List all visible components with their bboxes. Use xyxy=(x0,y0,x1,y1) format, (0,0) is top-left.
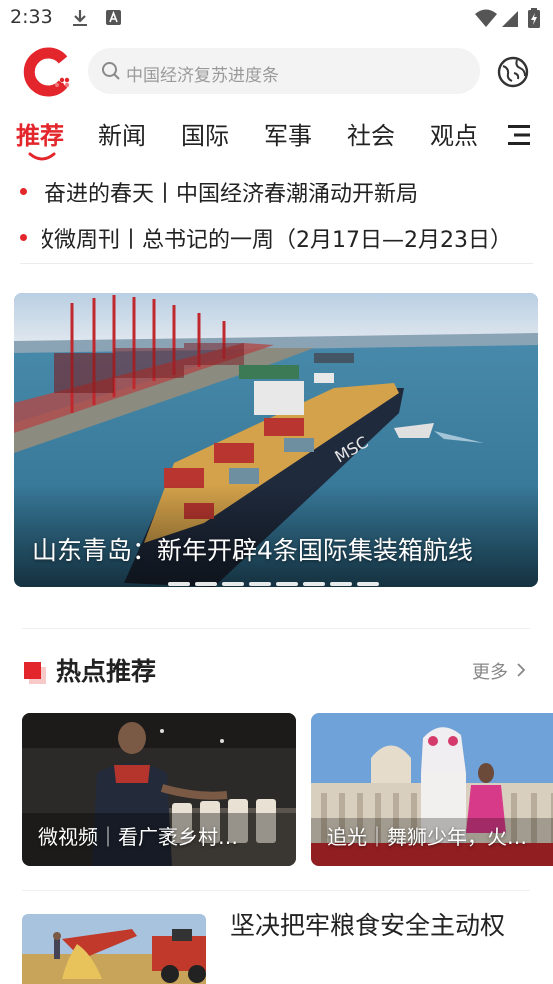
harvest-image xyxy=(22,914,206,984)
carousel-dot[interactable] xyxy=(303,582,325,586)
tab-society[interactable]: 社会 xyxy=(347,116,395,151)
cctv-news-logo[interactable] xyxy=(22,46,74,98)
status-time: 2:33 xyxy=(10,6,53,28)
wifi-icon xyxy=(475,9,497,27)
tab-opinion[interactable]: 观点 xyxy=(430,116,478,151)
section-title: 热点推荐 xyxy=(56,657,157,686)
bullet-dot xyxy=(20,234,27,241)
chevron-right-icon[interactable] xyxy=(515,662,527,678)
carousel-dot[interactable] xyxy=(330,582,352,586)
headline-text: 政微周刊丨总书记的一周（2月17日—2月23日） xyxy=(42,228,512,253)
hot-section-header: 热点推荐 更多 xyxy=(0,648,553,694)
channel-tabs: 推荐 新闻 国际 军事 社会 观点 xyxy=(0,110,553,164)
headline-text: 奋进的春天丨中国经济春潮涌动开新局 xyxy=(44,182,419,207)
carousel-dot[interactable] xyxy=(276,582,298,586)
carousel-dot[interactable] xyxy=(357,582,379,586)
tab-military[interactable]: 军事 xyxy=(264,116,312,151)
battery-charging-icon xyxy=(528,8,540,28)
search-icon xyxy=(102,62,120,80)
hot-card[interactable]: 微视频｜看广袤乡村… xyxy=(22,713,296,866)
headline-item[interactable]: 奋进的春天丨中国经济春潮涌动开新局 xyxy=(20,172,553,212)
news-title[interactable]: 坚决把牢粮食安全主动权 xyxy=(230,910,530,942)
carousel-dot[interactable] xyxy=(249,582,271,586)
search-input[interactable]: 中国经济复苏进度条 xyxy=(88,48,480,94)
card-caption: 微视频｜看广袤乡村… xyxy=(38,825,238,849)
banner-carousel[interactable]: MSC 山东青岛：新年开辟4条国际集装箱航线 xyxy=(14,293,538,587)
bullet-dot xyxy=(20,188,27,195)
carousel-dots xyxy=(168,571,384,586)
news-thumbnail[interactable] xyxy=(22,914,206,984)
globe-icon[interactable] xyxy=(495,54,531,90)
tab-international[interactable]: 国际 xyxy=(181,116,229,151)
more-link[interactable]: 更多 xyxy=(472,658,508,684)
hot-card[interactable]: 追光｜舞狮少年，火… xyxy=(311,713,553,866)
tab-recommend[interactable]: 推荐 xyxy=(16,116,64,151)
carousel-dot[interactable] xyxy=(222,582,244,586)
divider xyxy=(20,263,533,264)
app-screen: 2:33 中国经济复苏进度条 推荐 新闻 国际 军事 社会 观点 奋进的春天丨中… xyxy=(0,0,553,984)
carousel-dot[interactable] xyxy=(195,582,217,586)
carousel-dot[interactable] xyxy=(168,582,190,586)
signal-icon xyxy=(502,11,518,27)
font-a-icon xyxy=(106,10,121,25)
card-caption: 追光｜舞狮少年，火… xyxy=(327,825,527,849)
search-placeholder: 中国经济复苏进度条 xyxy=(126,66,279,86)
menu-icon[interactable] xyxy=(506,122,534,148)
download-icon xyxy=(73,10,87,26)
active-tab-indicator xyxy=(28,152,56,161)
divider xyxy=(22,628,530,629)
divider xyxy=(22,890,530,891)
banner-title: 山东青岛：新年开辟4条国际集装箱航线 xyxy=(32,536,473,565)
app-header: 中国经济复苏进度条 xyxy=(0,42,553,102)
status-bar: 2:33 xyxy=(0,0,553,36)
headline-item[interactable]: 政微周刊丨总书记的一周（2月17日—2月23日） xyxy=(20,218,553,258)
tab-news[interactable]: 新闻 xyxy=(98,116,146,151)
section-square-icon xyxy=(24,662,46,684)
